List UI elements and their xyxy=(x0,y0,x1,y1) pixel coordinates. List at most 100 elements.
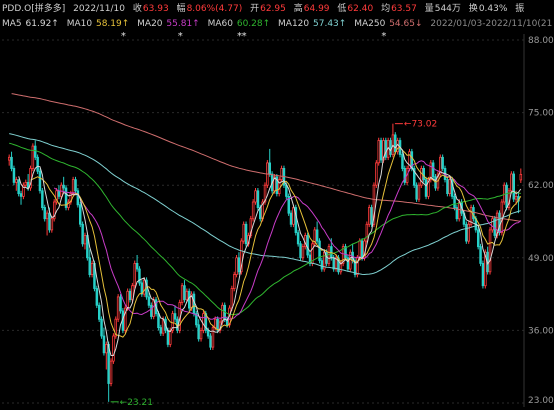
candle-body xyxy=(116,296,120,320)
y-tick-label: 49.00 xyxy=(528,254,554,264)
candle-body xyxy=(135,262,139,270)
candle-body xyxy=(514,195,518,200)
candle-body xyxy=(81,223,84,245)
candle-body xyxy=(476,229,480,248)
volume-value: 544万 xyxy=(434,4,461,14)
candle-body xyxy=(360,240,364,259)
candle-body xyxy=(79,204,82,225)
y-tick-label: 23.00 xyxy=(528,396,554,406)
candle-body xyxy=(105,343,108,354)
ma10-label: MA10 xyxy=(66,19,93,29)
event-marker: * xyxy=(121,31,126,42)
avg-value: 63.57 xyxy=(391,4,417,14)
change-value: 8.06%(4.77) xyxy=(186,4,243,14)
candle-body xyxy=(375,162,378,186)
candle-body xyxy=(209,335,212,348)
candle-body xyxy=(251,201,255,220)
candle-body xyxy=(197,324,200,340)
candle-body xyxy=(235,257,238,275)
candle-body xyxy=(301,246,305,259)
candle-body xyxy=(7,156,11,161)
candle-body xyxy=(448,179,451,195)
candle-body xyxy=(479,246,482,264)
candle-body xyxy=(90,262,94,275)
candle-body xyxy=(133,262,136,287)
candlestick-chart: 88.00 75.00 62.00 49.00 36.00 23.00 ←73.02 ←23.… xyxy=(2,31,554,408)
ma20-value: 55.81↑ xyxy=(166,19,200,29)
candle-body xyxy=(268,162,271,175)
candle-body xyxy=(379,140,383,161)
candle-body xyxy=(358,240,361,259)
candle-body xyxy=(147,296,151,306)
event-marker: * xyxy=(381,31,386,42)
candle-body xyxy=(422,167,425,180)
candle-body xyxy=(457,201,461,220)
ma5-value: 61.92↑ xyxy=(25,19,59,29)
candle-body xyxy=(183,285,186,301)
candle-body xyxy=(465,223,468,242)
ma120-label: MA120 xyxy=(278,19,310,29)
candle-body xyxy=(62,184,65,189)
candle-body xyxy=(102,335,106,354)
candle-body xyxy=(441,156,444,169)
candle-body xyxy=(112,335,115,362)
candle-body xyxy=(31,145,35,169)
candle-body xyxy=(74,179,77,192)
candle-body xyxy=(199,329,203,340)
candle-body xyxy=(50,218,54,231)
candle-body xyxy=(221,304,224,323)
candle-body xyxy=(377,140,380,164)
candle-body xyxy=(100,318,103,337)
candle-body xyxy=(76,190,80,206)
candle-body xyxy=(128,290,132,301)
candle-body xyxy=(150,304,153,317)
candle-body xyxy=(230,288,234,309)
candle-body xyxy=(206,329,210,337)
candle-body xyxy=(254,190,257,203)
event-marker: * xyxy=(242,31,247,42)
ma5-label: MA5 xyxy=(2,19,22,29)
candle-body xyxy=(109,360,113,384)
candle-body xyxy=(367,207,371,225)
candle-body xyxy=(417,184,421,200)
candle-body xyxy=(339,262,343,273)
candle-body xyxy=(280,167,283,180)
y-tick-label: 75.00 xyxy=(528,109,554,119)
ma250-label: MA250 xyxy=(354,19,386,29)
close-label: 收 xyxy=(132,4,142,14)
candle-body xyxy=(420,167,423,186)
candle-body xyxy=(202,313,205,331)
candle-body xyxy=(289,212,293,225)
candle-body xyxy=(95,288,99,306)
candle-body xyxy=(491,218,494,231)
candle-body xyxy=(36,156,39,172)
candle-body xyxy=(83,235,87,245)
candle-body xyxy=(488,229,492,273)
candle-body xyxy=(43,207,47,220)
y-tick-label: 62.00 xyxy=(528,181,554,191)
candle-body xyxy=(119,296,122,312)
candle-body xyxy=(401,154,404,169)
candle-body xyxy=(38,170,42,192)
candle-body xyxy=(393,134,397,153)
ma60-value: 60.28↑ xyxy=(236,19,271,29)
turnover-label: 换 xyxy=(468,4,478,14)
candle-body xyxy=(98,304,101,320)
low-value: 62.40 xyxy=(347,4,374,14)
stock-symbol: PDD.O[拼多多] xyxy=(2,4,66,14)
candle-body xyxy=(185,290,189,301)
candle-body xyxy=(19,193,23,197)
candle-body xyxy=(15,179,18,183)
candle-body xyxy=(389,140,392,155)
candle-body xyxy=(315,229,319,242)
candle-body xyxy=(166,329,170,345)
candle-body xyxy=(481,262,485,287)
high-annotation: ←73.02 xyxy=(404,120,437,130)
low-label: 低 xyxy=(337,4,347,14)
candle-body xyxy=(306,235,309,256)
candle-body xyxy=(285,184,288,197)
close-value: 63.93 xyxy=(142,4,169,14)
candle-body xyxy=(237,257,241,273)
ma120-value: 57.43↑ xyxy=(313,19,347,29)
candle-body xyxy=(244,223,248,245)
